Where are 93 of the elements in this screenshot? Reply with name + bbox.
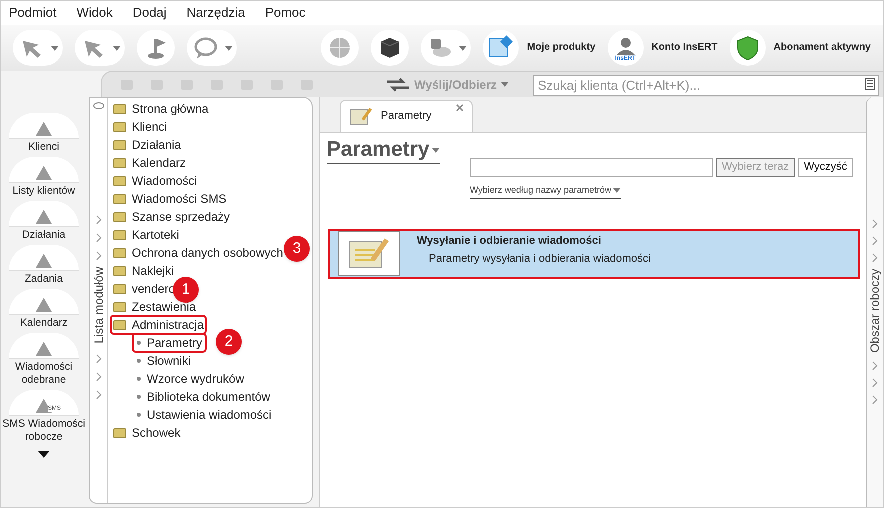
module-icon: [113, 210, 127, 224]
action-button[interactable]: Wyczyść: [798, 158, 854, 177]
tree-item[interactable]: Strona główna: [111, 100, 211, 118]
tab[interactable]: Parametry: [340, 100, 473, 132]
module-icon: [113, 300, 127, 314]
tree-label: Strona główna: [132, 101, 209, 118]
nav-item[interactable]: Wiadomości odebrane: [2, 333, 86, 387]
toolbar-button[interactable]: [371, 30, 410, 66]
menu-item[interactable]: Widok: [76, 3, 113, 23]
module-icon: [113, 156, 127, 170]
caret-icon: [459, 46, 468, 50]
module-icon: [113, 246, 127, 260]
tree-item[interactable]: Biblioteka dokumentów: [133, 388, 274, 406]
parameter-group-row[interactable]: Wysyłanie i odbieranie wiadomości Parametry wysyłania i odbierania wiadomości: [328, 228, 860, 278]
menu-item[interactable]: Podmiot: [9, 3, 57, 23]
notepad-thumbnail: [338, 231, 400, 276]
tree-item[interactable]: Ochrona danych osobowych: [111, 244, 286, 262]
tree-label: Kalendarz: [132, 155, 186, 172]
tree-item[interactable]: Naklejki: [111, 262, 176, 280]
tree-label: Biblioteka dokumentów: [147, 389, 270, 406]
item-title: Wysyłanie i odbieranie wiadomości: [417, 234, 602, 248]
bullet-icon: [137, 395, 141, 399]
chevron-icon[interactable]: [96, 372, 102, 382]
notepad-icon: [349, 106, 373, 128]
module-icon: [113, 264, 127, 278]
module-icon: [113, 282, 127, 296]
tree-label: Kartoteki: [132, 227, 180, 244]
tree-label: Ustawienia wiadomości: [147, 407, 272, 424]
module-icon: [113, 174, 127, 188]
menu-item[interactable]: Narzędzia: [186, 3, 246, 23]
tree-label: Działania: [132, 137, 182, 154]
module-icon: [113, 138, 127, 152]
search-field[interactable]: Szukaj klienta (Ctrl+Alt+K)...: [533, 75, 879, 96]
exchange-icon: [384, 78, 411, 92]
tree-label: Parametry: [147, 335, 202, 352]
chevron-icon[interactable]: [96, 354, 102, 364]
chevron-icon[interactable]: [872, 395, 878, 406]
bullet-icon: [137, 377, 141, 381]
bullet-icon: [137, 341, 141, 345]
parameter-search-field[interactable]: [470, 158, 713, 177]
tree-label: Wzorce wydruków: [147, 371, 244, 388]
item-description: Parametry wysyłania i odbierania wiadomości: [428, 252, 651, 267]
chevron-icon[interactable]: [872, 378, 878, 388]
panel-title: Lista modułów: [90, 267, 106, 344]
tree-item[interactable]: Szanse sprzedaży: [111, 208, 232, 226]
filter-link[interactable]: Wybierz według nazwy parametrów: [470, 184, 622, 198]
caret-icon: [432, 148, 440, 152]
module-icon: [113, 426, 127, 440]
tree-item[interactable]: Administracja: [111, 316, 206, 334]
tree-label: Szanse sprzedaży: [132, 209, 230, 226]
module-icon: [113, 318, 127, 332]
tree-label: Klienci: [132, 119, 168, 136]
tree-label: Słowniki: [147, 353, 192, 370]
tree-item[interactable]: Kartoteki: [111, 226, 182, 244]
close-icon[interactable]: [456, 104, 464, 112]
menu-item[interactable]: Dodaj: [132, 3, 167, 23]
tree-item[interactable]: Działania: [111, 136, 184, 154]
chevron-icon[interactable]: [96, 390, 102, 400]
tree-item[interactable]: Wiadomości: [111, 172, 200, 190]
tree-label: Ochrona danych osobowych: [132, 245, 284, 262]
bullet-icon: [137, 413, 141, 417]
scroll-down-icon[interactable]: [38, 451, 50, 458]
toolbar-button[interactable]: Moje produkty: [483, 30, 596, 66]
tree-label: Administracja: [132, 317, 204, 334]
caret-icon: [51, 46, 59, 50]
caret-icon: [225, 46, 233, 50]
tree-item[interactable]: Klienci: [111, 118, 170, 136]
module-icon: [113, 102, 127, 116]
module-icon: [113, 192, 127, 206]
tree-label: Wiadomości: [132, 173, 198, 190]
tree-item[interactable]: Słowniki: [133, 352, 196, 370]
menu-item[interactable]: Pomoc: [265, 3, 306, 23]
page-title-dropdown[interactable]: Parametry: [327, 137, 440, 164]
list-icon[interactable]: [865, 78, 875, 90]
module-icon: [113, 120, 127, 134]
tree-item[interactable]: Wzorce wydruków: [133, 370, 248, 388]
panel-title: Obszar roboczy: [867, 269, 883, 354]
module-icon: [113, 228, 127, 242]
tree-label: Schowek: [132, 425, 181, 442]
chevron-icon[interactable]: [872, 361, 878, 372]
tree-label: Naklejki: [132, 263, 174, 280]
toolbar-button[interactable]: Abonament aktywny: [730, 30, 871, 66]
tree-item[interactable]: Kalendarz: [111, 154, 188, 172]
bullet-icon: [137, 359, 141, 363]
caret-icon: [613, 188, 622, 194]
caret-icon: [113, 46, 121, 50]
tree-item[interactable]: Parametry: [133, 334, 206, 352]
caret-icon: [501, 82, 509, 87]
tree-label: Wiadomości SMS: [132, 191, 227, 208]
tree-item[interactable]: Wiadomości SMS: [111, 190, 229, 208]
pin-icon[interactable]: [92, 101, 104, 111]
tree-item[interactable]: Schowek: [111, 424, 183, 442]
tree-item[interactable]: Ustawienia wiadomości: [133, 406, 276, 424]
